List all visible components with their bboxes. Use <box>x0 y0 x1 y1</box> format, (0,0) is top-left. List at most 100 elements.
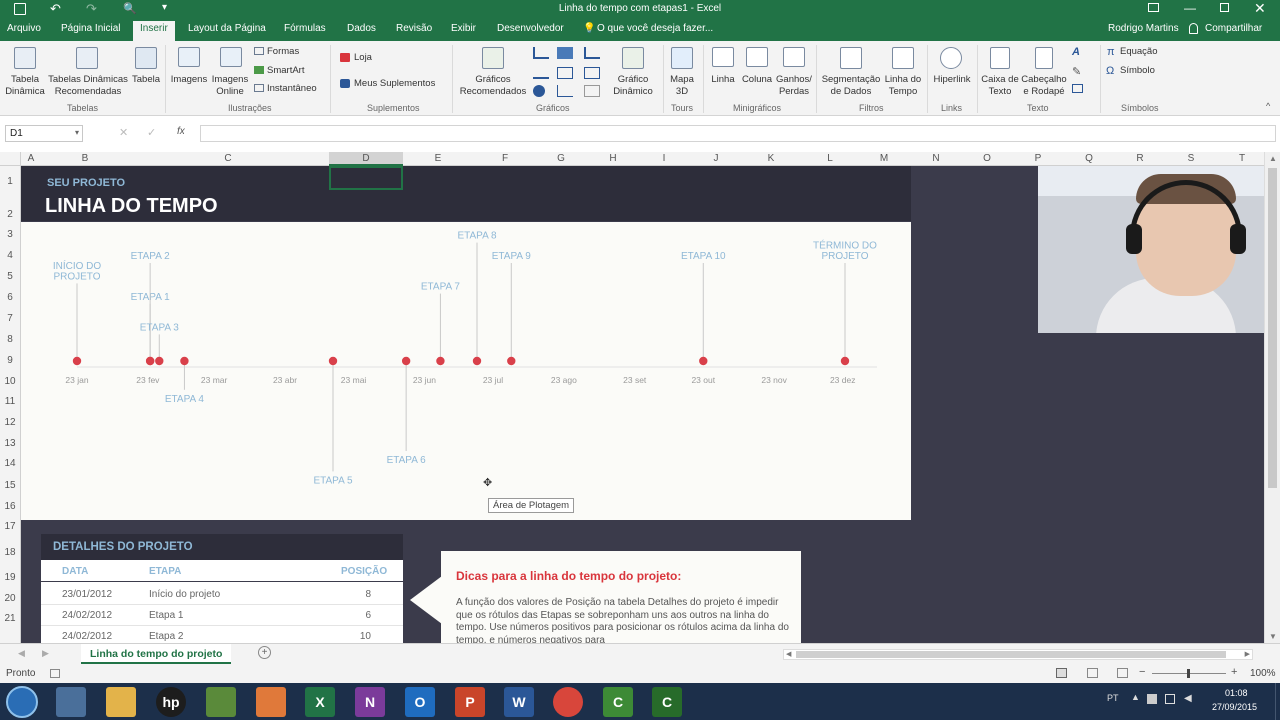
column-header-j[interactable]: J <box>714 153 719 164</box>
zoom-out-icon[interactable]: − <box>1139 666 1145 678</box>
row-header-17[interactable]: 17 <box>0 521 20 532</box>
sparkline-winloss-button[interactable]: Ganhos/ Perdas <box>774 74 814 98</box>
hp-icon[interactable]: hp <box>156 687 186 717</box>
tray-expand-icon[interactable]: ▲ <box>1131 692 1140 702</box>
combo-chart-icon[interactable] <box>584 47 600 59</box>
scroll-thumb[interactable] <box>1268 168 1277 488</box>
zoom-thumb[interactable] <box>1187 669 1190 678</box>
online-images-button[interactable]: Imagens Online <box>209 74 251 98</box>
my-addins-button[interactable]: Meus Suplementos <box>354 78 435 90</box>
row-header-18[interactable]: 18 <box>0 547 20 558</box>
show-desktop-button[interactable] <box>1275 683 1280 720</box>
smartart-button[interactable]: SmartArt <box>267 65 304 77</box>
tell-me-box[interactable]: O que você deseja fazer... <box>597 23 713 34</box>
onenote-icon[interactable]: N <box>355 687 385 717</box>
row-header-1[interactable]: 1 <box>0 176 20 187</box>
table-row[interactable]: 23/01/2012 Início do projeto 8 <box>41 584 403 605</box>
clock-time[interactable]: 01:08 <box>1225 688 1248 698</box>
ribbon-display-options-icon[interactable] <box>1148 3 1159 12</box>
row-header-4[interactable]: 4 <box>0 250 20 261</box>
row-header-7[interactable]: 7 <box>0 313 20 324</box>
active-cell[interactable] <box>329 166 403 190</box>
zoom-in-icon[interactable]: + <box>1231 666 1237 678</box>
pivot-chart-button[interactable]: Gráfico Dinâmico <box>604 74 662 98</box>
cancel-icon[interactable]: ✕ <box>119 126 128 139</box>
statistic-chart-icon[interactable] <box>557 67 573 79</box>
row-header-15[interactable]: 15 <box>0 480 20 491</box>
screenshot-button[interactable]: Instantâneo <box>267 83 317 95</box>
column-header-k[interactable]: K <box>768 153 775 164</box>
column-header-a[interactable]: A <box>28 153 35 164</box>
word-icon[interactable]: W <box>504 687 534 717</box>
page-break-view-icon[interactable] <box>1117 668 1128 678</box>
table-button[interactable]: Tabela <box>129 74 163 86</box>
scroll-up-icon[interactable]: ▲ <box>1269 154 1277 163</box>
scroll-down-icon[interactable]: ▼ <box>1269 632 1277 641</box>
column-header-n[interactable]: N <box>932 153 939 164</box>
tab-page-layout[interactable]: Layout da Página <box>188 23 266 34</box>
hierarchy-chart-icon[interactable] <box>557 47 573 59</box>
column-header-i[interactable]: I <box>663 153 666 164</box>
page-layout-view-icon[interactable] <box>1087 668 1098 678</box>
row-header-12[interactable]: 12 <box>0 417 20 428</box>
row-header-14[interactable]: 14 <box>0 458 20 469</box>
minimize-icon[interactable]: — <box>1184 1 1196 15</box>
chevron-down-icon[interactable]: ▾ <box>75 128 79 137</box>
pie-chart-icon[interactable] <box>533 85 545 97</box>
column-chart-icon[interactable] <box>533 47 549 59</box>
language-indicator[interactable]: PT <box>1107 693 1119 703</box>
camtasia-icon[interactable]: C <box>603 687 633 717</box>
sparkline-line-button[interactable]: Linha <box>708 74 738 86</box>
file-explorer-icon[interactable] <box>106 687 136 717</box>
row-header-6[interactable]: 6 <box>0 292 20 303</box>
column-header-d[interactable]: D <box>362 153 369 164</box>
recommended-charts-button[interactable]: Gráficos Recomendados <box>456 74 530 98</box>
store-button[interactable]: Loja <box>354 52 372 64</box>
tab-insert[interactable]: Inserir <box>133 21 175 41</box>
hyperlink-button[interactable]: Hiperlink <box>930 74 974 86</box>
column-header-m[interactable]: M <box>880 153 888 164</box>
timeline-button[interactable]: Linha do Tempo <box>883 74 923 98</box>
header-footer-button[interactable]: Cabeçalho e Rodapé <box>1020 74 1068 98</box>
powerpoint-icon[interactable]: P <box>455 687 485 717</box>
select-all-corner[interactable] <box>0 152 21 166</box>
zoom-level[interactable]: 100% <box>1250 668 1276 679</box>
flag-icon[interactable] <box>1147 694 1157 704</box>
tab-file[interactable]: Arquivo <box>7 23 41 34</box>
tab-formulas[interactable]: Fórmulas <box>284 23 326 34</box>
row-header-9[interactable]: 9 <box>0 355 20 366</box>
column-header-t[interactable]: T <box>1239 153 1245 164</box>
line-chart-icon[interactable] <box>533 67 549 79</box>
sheet-tab-active[interactable]: Linha do tempo do projeto <box>81 644 231 664</box>
excel-taskbar-icon[interactable]: X <box>305 687 335 717</box>
column-header-s[interactable]: S <box>1188 153 1195 164</box>
prev-sheet-icon[interactable]: ◀ <box>18 648 25 659</box>
scroll-left-icon[interactable]: ◀ <box>786 650 791 658</box>
row-header-10[interactable]: 10 <box>0 376 20 387</box>
row-header-20[interactable]: 20 <box>0 593 20 604</box>
collapse-ribbon-icon[interactable]: ^ <box>1266 101 1270 111</box>
zoom-slider[interactable] <box>1152 669 1226 678</box>
media-player-icon[interactable] <box>256 687 286 717</box>
column-header-e[interactable]: E <box>435 153 442 164</box>
worksheet[interactable]: SEU PROJETO LINHA DO TEMPO 23 jan 23 fev 2… <box>21 166 1264 643</box>
outlook-icon[interactable]: O <box>405 687 435 717</box>
control-panel-icon[interactable] <box>56 687 86 717</box>
tab-view[interactable]: Exibir <box>451 23 476 34</box>
equation-button[interactable]: Equação <box>1120 46 1158 58</box>
scatter-chart-icon[interactable] <box>557 85 573 97</box>
pivot-table-button[interactable]: Tabela Dinâmica <box>2 74 48 98</box>
insert-function-icon[interactable]: fx <box>177 126 185 137</box>
slicer-button[interactable]: Segmentação de Dados <box>820 74 882 98</box>
volume-icon[interactable]: ◀ <box>1184 693 1192 704</box>
column-header-h[interactable]: H <box>609 153 616 164</box>
map3d-button[interactable]: Mapa 3D <box>666 74 698 98</box>
close-icon[interactable]: ✕ <box>1254 0 1266 17</box>
row-header-5[interactable]: 5 <box>0 271 20 282</box>
row-header-16[interactable]: 16 <box>0 501 20 512</box>
sparkline-column-button[interactable]: Coluna <box>741 74 773 86</box>
tab-data[interactable]: Dados <box>347 23 376 34</box>
hscroll-thumb[interactable] <box>796 651 1226 658</box>
tab-developer[interactable]: Desenvolvedor <box>497 23 564 34</box>
column-header-p[interactable]: P <box>1035 153 1042 164</box>
